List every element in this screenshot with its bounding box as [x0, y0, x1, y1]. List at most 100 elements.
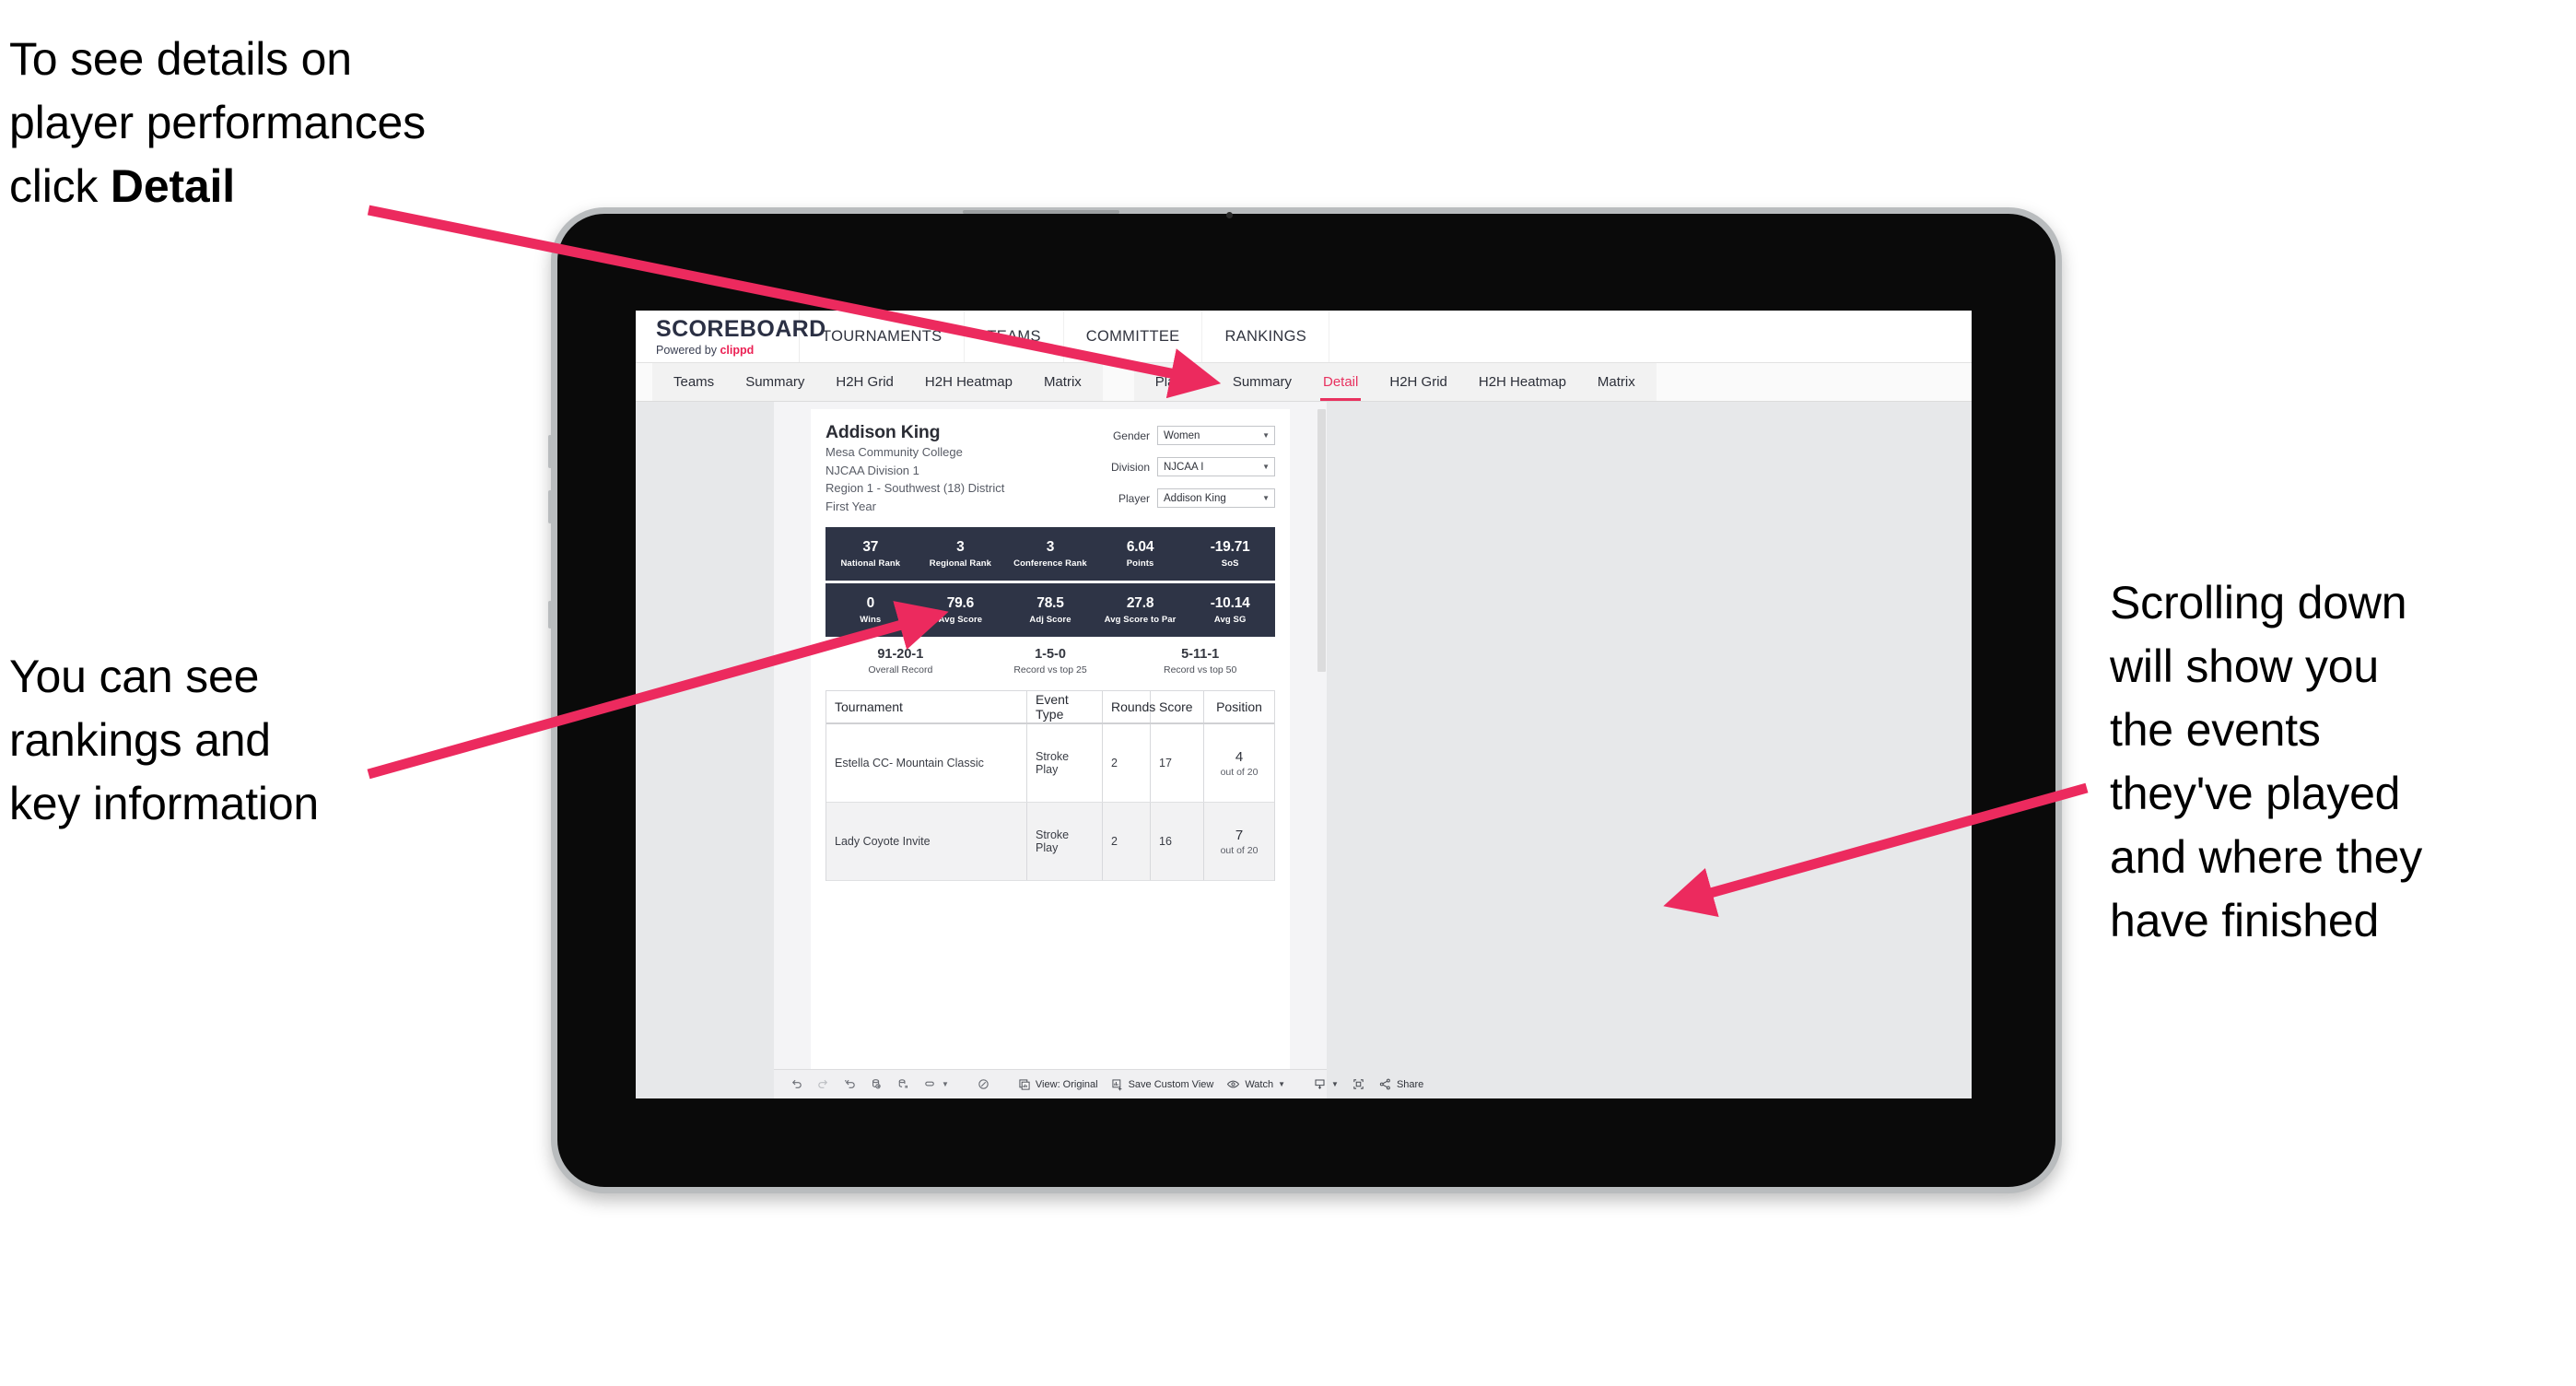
stat-avg-sg: -10.14 Avg SG: [1185, 595, 1275, 625]
record-vs-top-50: 5-11-1 Record vs top 50: [1125, 647, 1275, 675]
tab-teams-summary[interactable]: Summary: [730, 363, 820, 401]
position-number: 7: [1235, 827, 1244, 843]
division-dropdown[interactable]: NJCAA I ▼: [1157, 457, 1275, 476]
tab-teams-matrix[interactable]: Matrix: [1028, 363, 1097, 401]
stat-conference-rank: 3 Conference Rank: [1005, 539, 1095, 569]
callout-detail-bold: Detail: [110, 160, 235, 212]
player-header-row: Addison King Mesa Community College NJCA…: [825, 422, 1275, 520]
tab-players-h2h-heatmap[interactable]: H2H Heatmap: [1463, 363, 1582, 401]
highlight-button[interactable]: [970, 1070, 997, 1098]
pause-auto-update-button[interactable]: ▼: [917, 1070, 955, 1098]
redo-button[interactable]: [810, 1070, 837, 1098]
stat-label: Avg SG: [1213, 615, 1247, 625]
position-out-of: out of 20: [1220, 844, 1259, 856]
column-header-score[interactable]: Score: [1151, 691, 1204, 722]
tablet-screen: SCOREBOARD Powered by clippd TOURNAMENTS…: [636, 311, 1972, 1098]
pause-data-button[interactable]: [890, 1070, 917, 1098]
secondary-tab-strip: Teams Summary H2H Grid H2H Heatmap Matri…: [636, 363, 1972, 402]
stat-label: National Rank: [840, 558, 901, 569]
download-button[interactable]: ▼: [1306, 1070, 1345, 1098]
record-value: 1-5-0: [1035, 646, 1066, 662]
undo-button[interactable]: [783, 1070, 810, 1098]
tablet-speaker-grille: [963, 210, 1119, 214]
stat-value: 3: [956, 539, 965, 555]
stat-regional-rank: 3 Regional Rank: [916, 539, 1006, 569]
stat-value: 37: [862, 539, 879, 555]
stat-value: -19.71: [1210, 539, 1250, 555]
stat-adj-score: 78.5 Adj Score: [1005, 595, 1095, 625]
chevron-down-icon: ▼: [942, 1080, 949, 1088]
callout-scrolling-text: Scrolling down will show you the events …: [2110, 577, 2423, 946]
record-value: 5-11-1: [1181, 646, 1220, 662]
gender-dropdown-value: Women: [1164, 429, 1200, 441]
fullscreen-button[interactable]: [1345, 1070, 1372, 1098]
logo-brand-clippd: clippd: [720, 344, 755, 357]
position-out-of: out of 20: [1220, 766, 1259, 778]
tab-teams-h2h-heatmap[interactable]: H2H Heatmap: [909, 363, 1028, 401]
logo-subtitle: Powered by clippd: [656, 344, 799, 357]
tablet-power-button[interactable]: [548, 601, 552, 628]
cell-rounds: 2: [1103, 803, 1151, 880]
revert-button[interactable]: [837, 1070, 863, 1098]
tab-teams[interactable]: Teams: [658, 363, 730, 401]
cell-position: 7 out of 20: [1204, 803, 1274, 880]
share-button[interactable]: Share: [1372, 1070, 1430, 1098]
player-dropdown[interactable]: Addison King ▼: [1157, 488, 1275, 508]
tablet-device-frame: SCOREBOARD Powered by clippd TOURNAMENTS…: [548, 207, 2062, 1193]
dashboard-canvas: Addison King Mesa Community College NJCA…: [636, 402, 1972, 1098]
table-row[interactable]: Lady Coyote Invite Stroke Play 2 16 7 ou…: [826, 803, 1274, 881]
player-dropdown-value: Addison King: [1164, 492, 1226, 504]
stat-sos: -19.71 SoS: [1185, 539, 1275, 569]
tab-players[interactable]: Players: [1140, 363, 1217, 401]
cell-event-type: Stroke Play: [1027, 724, 1103, 802]
tab-group-teams: Teams Summary H2H Grid H2H Heatmap Matri…: [652, 363, 1103, 401]
nav-item-tournaments[interactable]: TOURNAMENTS: [800, 311, 966, 362]
tablet-volume-down-button[interactable]: [548, 490, 552, 523]
tab-teams-h2h-grid[interactable]: H2H Grid: [820, 363, 909, 401]
vertical-scrollbar-thumb[interactable]: [1317, 409, 1326, 672]
nav-item-rankings[interactable]: RANKINGS: [1202, 311, 1330, 362]
save-custom-view-label: Save Custom View: [1128, 1078, 1214, 1090]
player-year: First Year: [825, 499, 876, 513]
watch-button[interactable]: Watch ▼: [1220, 1070, 1292, 1098]
stat-value: 6.04: [1126, 539, 1154, 555]
refresh-data-button[interactable]: [863, 1070, 890, 1098]
nav-item-teams[interactable]: TEAMS: [965, 311, 1064, 362]
app-header-bar: SCOREBOARD Powered by clippd TOURNAMENTS…: [636, 311, 1972, 363]
view-original-label: View: Original: [1035, 1078, 1098, 1090]
callout-rankings-text: You can see rankings and key information: [9, 651, 320, 829]
record-value: 91-20-1: [877, 646, 924, 662]
tablet-volume-up-button[interactable]: [548, 435, 552, 468]
column-header-position[interactable]: Position: [1204, 691, 1274, 722]
gender-dropdown[interactable]: Women ▼: [1157, 426, 1275, 445]
cell-event-type: Stroke Play: [1027, 803, 1103, 880]
nav-item-committee[interactable]: COMMITTEE: [1064, 311, 1203, 362]
app-logo[interactable]: SCOREBOARD Powered by clippd: [636, 311, 825, 362]
vertical-scrollbar-track[interactable]: [1317, 402, 1327, 1098]
save-custom-view-button[interactable]: Save Custom View: [1105, 1070, 1221, 1098]
table-row[interactable]: Estella CC- Mountain Classic Stroke Play…: [826, 724, 1274, 803]
column-header-rounds[interactable]: Rounds: [1103, 691, 1155, 722]
column-header-tournament[interactable]: Tournament: [826, 691, 1027, 722]
stat-national-rank: 37 National Rank: [825, 539, 916, 569]
tablet-camera-icon: [1226, 212, 1233, 218]
view-original-button[interactable]: View: Original: [1012, 1070, 1105, 1098]
tab-players-detail[interactable]: Detail: [1307, 363, 1374, 401]
primary-stats-band: 37 National Rank 3 Regional Rank 3 Confe…: [825, 527, 1275, 581]
share-label: Share: [1396, 1078, 1424, 1090]
tab-players-matrix[interactable]: Matrix: [1582, 363, 1651, 401]
filter-row-gender: Gender Women ▼: [1091, 426, 1275, 445]
cell-score: 17: [1151, 724, 1204, 802]
player-school: Mesa Community College: [825, 445, 963, 459]
events-table: Tournament Event Type Rounds Score Posit…: [825, 690, 1275, 881]
filter-label-player: Player: [1118, 491, 1150, 505]
column-header-event-type[interactable]: Event Type: [1027, 691, 1103, 722]
tab-players-summary[interactable]: Summary: [1217, 363, 1307, 401]
logo-powered-prefix: Powered by: [656, 344, 720, 357]
tab-players-h2h-grid[interactable]: H2H Grid: [1374, 363, 1463, 401]
tab-group-players: Players Summary Detail H2H Grid H2H Heat…: [1133, 363, 1657, 401]
position-number: 4: [1235, 748, 1244, 765]
stat-value: 78.5: [1036, 595, 1064, 611]
watch-label: Watch: [1245, 1078, 1274, 1090]
record-label: Record vs top 50: [1163, 664, 1237, 675]
